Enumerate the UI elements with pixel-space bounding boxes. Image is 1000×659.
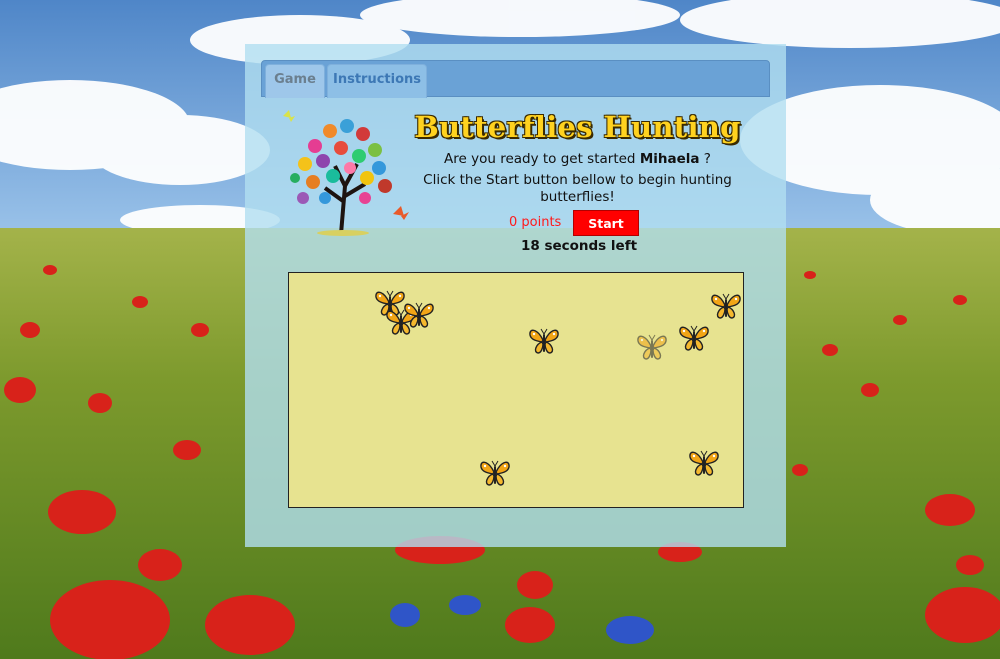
player-name: Mihaela	[639, 151, 700, 167]
butterfly-icon[interactable]	[687, 448, 721, 478]
points-counter: 0 points	[509, 215, 562, 230]
tab-game[interactable]: Game	[265, 64, 325, 98]
butterfly-icon[interactable]	[478, 458, 512, 488]
countdown-timer: 18 seconds left	[520, 238, 638, 254]
butterfly-icon[interactable]	[402, 300, 436, 330]
tab-instructions[interactable]: Instructions	[327, 64, 427, 98]
butterfly-icon[interactable]	[709, 291, 743, 321]
start-button[interactable]: Start	[573, 210, 639, 236]
game-panel: Game Instructions Butterflies Hunting Ar…	[245, 44, 786, 547]
instruction-text: Click the Start button bellow to begin h…	[423, 172, 732, 205]
game-title: Butterflies Hunting	[414, 110, 741, 144]
greeting-suffix: ?	[703, 151, 711, 167]
butterfly-tree-logo	[283, 110, 409, 236]
butterfly-icon[interactable]	[635, 332, 669, 362]
butterfly-icon[interactable]	[527, 326, 561, 356]
butterfly-icon[interactable]	[677, 323, 711, 353]
game-playfield[interactable]	[288, 272, 744, 508]
tab-bar: Game Instructions	[261, 60, 770, 98]
greeting-text: Are you ready to get started Mihaela ?	[395, 151, 760, 167]
greeting-prefix: Are you ready to get started	[444, 151, 636, 167]
